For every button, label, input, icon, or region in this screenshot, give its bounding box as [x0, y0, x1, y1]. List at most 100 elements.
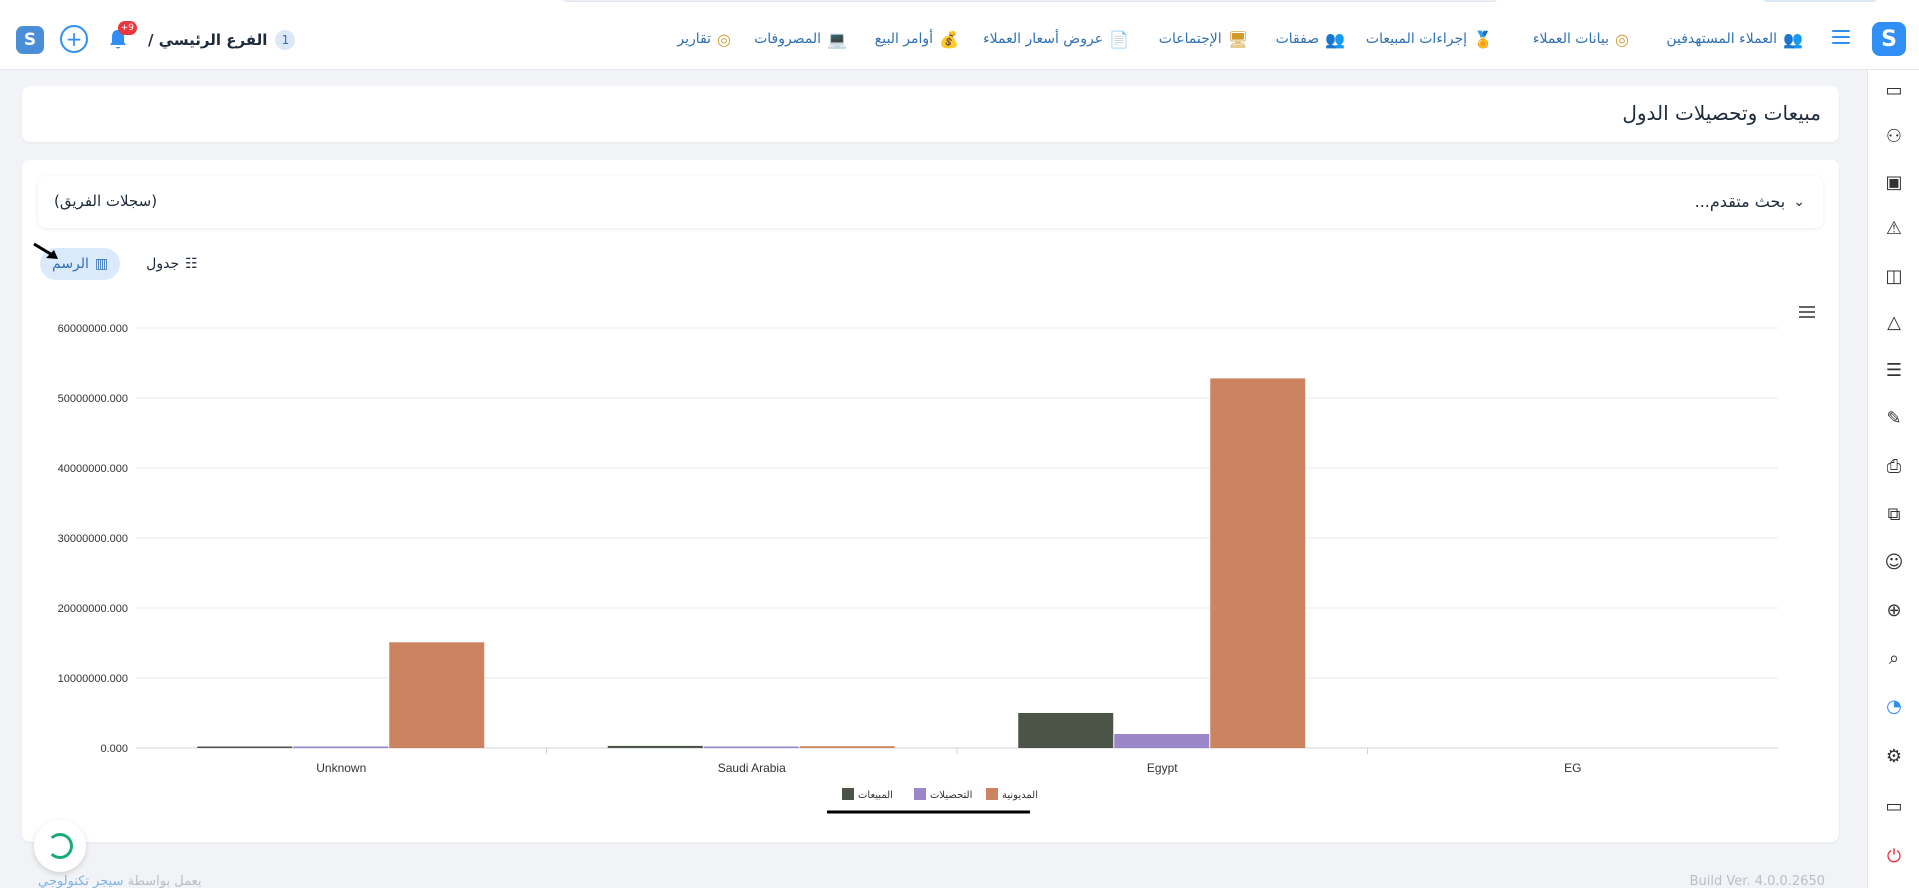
powered-prefix: يعمل بواسطة — [127, 874, 202, 888]
top-search-field[interactable] — [560, 0, 1500, 2]
nav-item-quotations[interactable]: 📄 عروض أسعار العملاء — [983, 28, 1129, 50]
user-money-icon[interactable]: ☺ — [1882, 550, 1906, 574]
report-ring-icon: ◎ — [717, 29, 731, 49]
table-view-button[interactable]: ☷ جدول — [134, 248, 210, 280]
doc-search-icon[interactable]: ⌕ — [1882, 646, 1906, 670]
secondary-logo[interactable]: S — [16, 26, 44, 54]
nav-label: المصروفات — [754, 31, 822, 47]
top-action-field[interactable] — [1760, 0, 1880, 2]
money-bag-icon: 💰 — [939, 29, 959, 49]
presentation-icon: 🖥 — [1227, 29, 1248, 49]
nav-item-sales-orders[interactable]: 💰 أوامر البيع — [875, 28, 959, 50]
notification-badge: +9 — [117, 21, 137, 35]
x-tick-label: Unknown — [316, 761, 366, 775]
hamburger-menu-icon[interactable] — [1832, 30, 1850, 44]
nav-label: الإجتماعات — [1158, 31, 1222, 47]
cash-icon[interactable]: ▣ — [1882, 170, 1906, 194]
team-records-label: (سجلات الفريق) — [54, 192, 158, 210]
nav-item-meetings[interactable]: 🖥 الإجتماعات — [1159, 28, 1248, 50]
legend-label: التحصيلات — [930, 790, 972, 801]
window-icon[interactable]: ▭ — [1882, 794, 1906, 818]
notifications-bell-icon[interactable]: +9 — [105, 21, 137, 52]
nav-item-target-customers[interactable]: 👥 العملاء المستهدفين — [1666, 28, 1803, 50]
nav-label: صفقات — [1275, 31, 1320, 47]
team-icon[interactable]: ⚇ — [1882, 124, 1906, 148]
x-tick-label: EG — [1564, 761, 1581, 775]
app-logo[interactable]: S — [1872, 22, 1906, 56]
add-card-icon[interactable]: ▭ — [1882, 78, 1906, 102]
bar-chart: 0.000 10000000.000 20000000.000 30000000.00… — [58, 323, 1778, 814]
nav-item-deals[interactable]: 👥 صفقات — [1276, 28, 1345, 50]
chevron-down-icon: ⌄ — [1793, 193, 1805, 210]
bar — [799, 746, 895, 748]
add-button[interactable]: + — [60, 25, 88, 53]
footer-powered-by: يعمل بواسطة سيجر تكنولوجي — [38, 874, 202, 888]
y-tick-label: 20000000.000 — [58, 603, 128, 615]
video-icon[interactable]: ◫ — [1882, 264, 1906, 288]
advanced-search-bar[interactable]: ⌄ بحث متقدم... (سجلات الفريق) — [38, 176, 1823, 228]
top-trim — [0, 0, 1919, 12]
nav-item-customer-data[interactable]: ◎ بيانات العملاء — [1533, 28, 1629, 50]
invoice-icon[interactable]: ☰ — [1882, 358, 1906, 382]
bar — [1018, 713, 1114, 748]
settings-gear-icon[interactable]: ⚙ — [1882, 744, 1906, 768]
laptop-icon: 💻 — [827, 29, 847, 49]
x-tick-label: Saudi Arabia — [718, 761, 786, 775]
bar — [197, 746, 293, 748]
pointer-arrow-icon — [33, 242, 58, 259]
doc-add-icon[interactable]: ⊕ — [1882, 598, 1906, 622]
powered-brand[interactable]: سيجر تكنولوجي — [38, 874, 124, 888]
legend-swatch — [842, 788, 854, 800]
printer-icon[interactable]: ⎙ — [1882, 454, 1906, 478]
nav-label: بيانات العملاء — [1532, 31, 1610, 47]
power-icon[interactable]: ⏻ — [1882, 844, 1906, 868]
advanced-search-toggle[interactable]: ⌄ بحث متقدم... — [1695, 192, 1805, 211]
main-card: ⌄ بحث متقدم... (سجلات الفريق) ▥ الرسم ☷ … — [22, 160, 1839, 842]
bar — [1210, 378, 1306, 748]
page-title: مبيعات وتحصيلات الدول — [1622, 101, 1821, 125]
advanced-search-label: بحث متقدم... — [1694, 192, 1786, 211]
logo-letter: S — [1881, 26, 1897, 52]
y-tick-label: 60000000.000 — [58, 323, 128, 335]
bar — [293, 746, 389, 748]
loading-spinner — [34, 820, 86, 872]
right-sidebar: ▭ ⚇ ▣ ⚠ ◫ △ ☰ ✎ ⎙ ⧉ ☺ ⊕ ⌕ ◔ ⚙ ▭ ⏻ — [1867, 70, 1919, 888]
nav-label: العملاء المستهدفين — [1666, 31, 1778, 47]
legend-swatch — [986, 788, 998, 800]
bar — [389, 642, 485, 748]
table-view-label: جدول — [146, 256, 180, 272]
nav-item-reports[interactable]: ◎ تقارير — [677, 28, 731, 50]
branch-label: الفرع الرئيسي / — [148, 31, 268, 49]
target-icon: ◎ — [1615, 29, 1629, 49]
y-tick-label: 10000000.000 — [58, 673, 128, 685]
branch-number-badge: 1 — [275, 30, 296, 50]
top-bar: S 👥 العملاء المستهدفين ◎ بيانات العملاء … — [0, 0, 1919, 70]
y-tick-label: 30000000.000 — [58, 533, 128, 545]
spinner-ring — [47, 833, 73, 859]
nav-item-expenses[interactable]: 💻 المصروفات — [754, 28, 847, 50]
nav-label: عروض أسعار العملاء — [983, 31, 1104, 47]
pen-icon[interactable]: ✎ — [1882, 406, 1906, 430]
bar-chart-icon: ▥ — [94, 256, 109, 272]
nav-label: أوامر البيع — [874, 31, 934, 47]
mountain-icon[interactable]: △ — [1882, 310, 1906, 334]
page-title-card: مبيعات وتحصيلات الدول — [22, 86, 1839, 142]
x-tick-label: Egypt — [1147, 761, 1178, 775]
chart-report-icon[interactable]: ◔ — [1882, 694, 1906, 718]
plus-icon: + — [65, 27, 83, 51]
legend-swatch — [914, 788, 926, 800]
chart-menu-icon[interactable] — [1799, 306, 1815, 318]
build-version: Build Ver. 4.0.0.2650 — [1689, 874, 1825, 888]
logo-letter-small: S — [23, 30, 37, 50]
nav-item-sales-actions[interactable]: 🏅 إجراءات المبيعات — [1366, 28, 1493, 50]
branch-selector[interactable]: 1 الفرع الرئيسي / — [148, 28, 296, 52]
chart-view-button[interactable]: ▥ الرسم — [33, 242, 121, 280]
medal-icon: 🏅 — [1473, 29, 1493, 49]
warning-icon[interactable]: ⚠ — [1882, 216, 1906, 240]
bar — [1114, 734, 1210, 748]
document-icon: 📄 — [1109, 29, 1129, 49]
boxes-icon[interactable]: ⧉ — [1882, 502, 1906, 526]
nav-label: إجراءات المبيعات — [1365, 31, 1468, 47]
bar — [703, 746, 799, 748]
group-icon: 👥 — [1325, 29, 1345, 49]
